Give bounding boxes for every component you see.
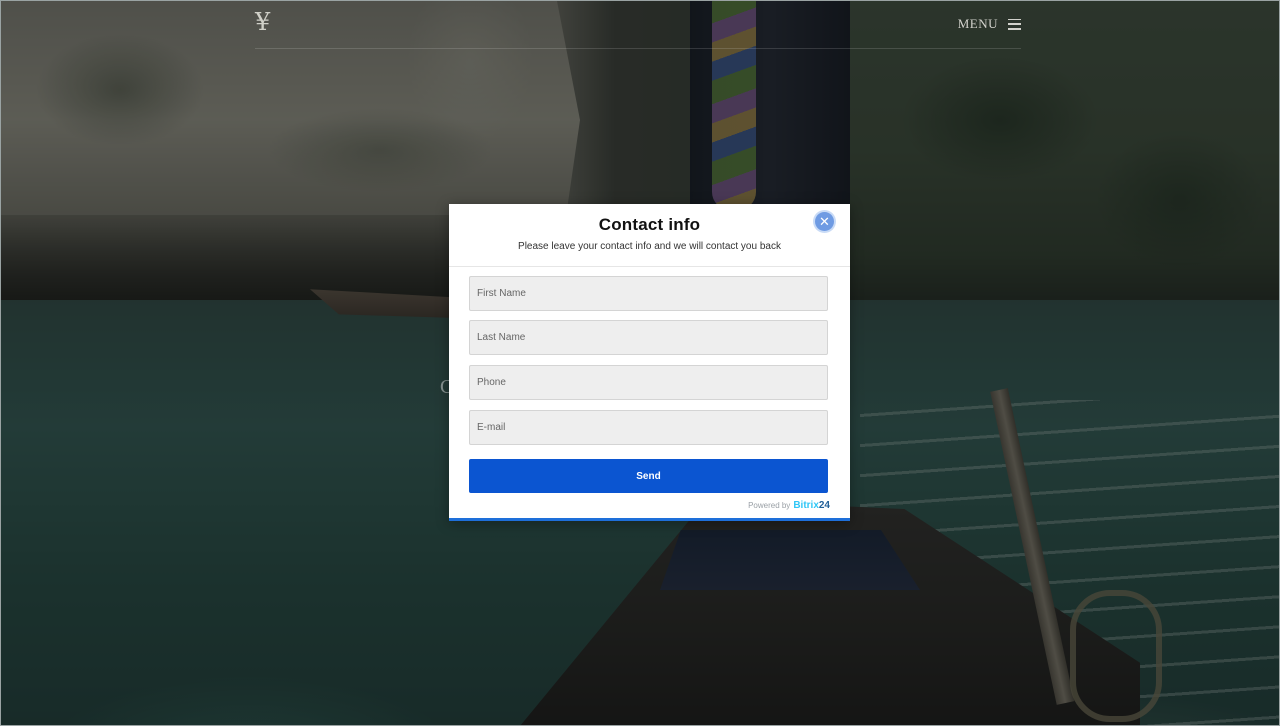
powered-by-label: Powered by [748, 501, 791, 510]
last-name-field[interactable] [469, 320, 828, 355]
phone-field[interactable] [469, 365, 828, 400]
brand-number: 24 [818, 500, 830, 511]
menu-button[interactable]: MENU [958, 16, 1021, 32]
send-button[interactable]: Send [469, 459, 828, 493]
bitrix24-logo: Bitrix24 [793, 500, 830, 511]
contact-form-modal: Contact info Please leave your contact i… [449, 204, 850, 521]
powered-by-link[interactable]: Powered by Bitrix24 [748, 500, 830, 511]
close-button[interactable]: ✕ [815, 212, 834, 231]
email-field[interactable] [469, 410, 828, 445]
close-icon: ✕ [819, 214, 830, 229]
modal-subtitle: Please leave your contact info and we wi… [518, 241, 781, 252]
site-header: ¥ MENU [255, 0, 1021, 49]
modal-header: Contact info Please leave your contact i… [449, 204, 850, 267]
menu-label: MENU [957, 16, 998, 31]
hamburger-menu-icon [1008, 18, 1021, 30]
brand-name: Bitrix [793, 500, 819, 511]
first-name-field[interactable] [469, 276, 828, 311]
modal-title: Contact info [598, 215, 701, 234]
logo-icon[interactable]: ¥ [255, 10, 277, 34]
